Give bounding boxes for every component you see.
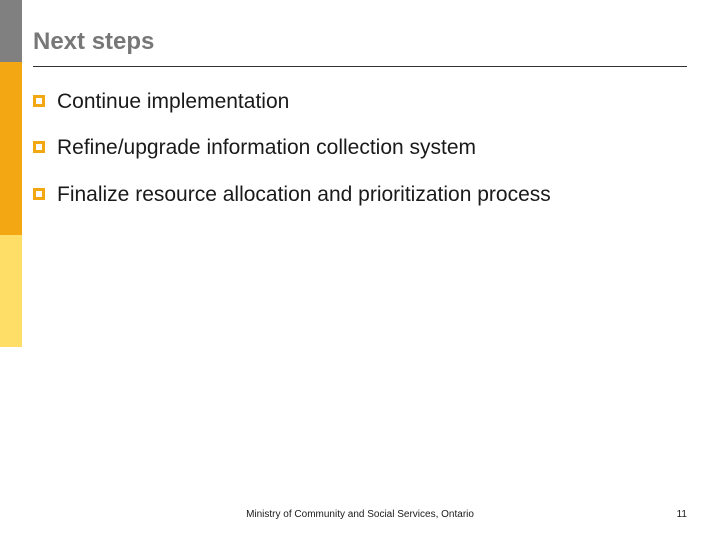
sidebar-gray-block <box>0 0 22 62</box>
bullet-list: Continue implementation Refine/upgrade i… <box>33 89 687 208</box>
list-item: Finalize resource allocation and priorit… <box>33 182 687 208</box>
sidebar-orange-block <box>0 62 22 235</box>
bullet-text: Refine/upgrade information collection sy… <box>57 135 687 161</box>
slide-title: Next steps <box>33 28 687 67</box>
sidebar-yellow-block <box>0 235 22 347</box>
square-bullet-icon <box>33 188 45 200</box>
bullet-text: Continue implementation <box>57 89 687 115</box>
square-bullet-icon <box>33 141 45 153</box>
square-bullet-icon <box>33 95 45 107</box>
footer-text: Ministry of Community and Social Service… <box>246 509 474 520</box>
list-item: Continue implementation <box>33 89 687 115</box>
page-number: 11 <box>677 509 687 520</box>
slide-content: Next steps Continue implementation Refin… <box>33 28 687 228</box>
list-item: Refine/upgrade information collection sy… <box>33 135 687 161</box>
bullet-text: Finalize resource allocation and priorit… <box>57 182 687 208</box>
decorative-sidebar <box>0 0 22 347</box>
